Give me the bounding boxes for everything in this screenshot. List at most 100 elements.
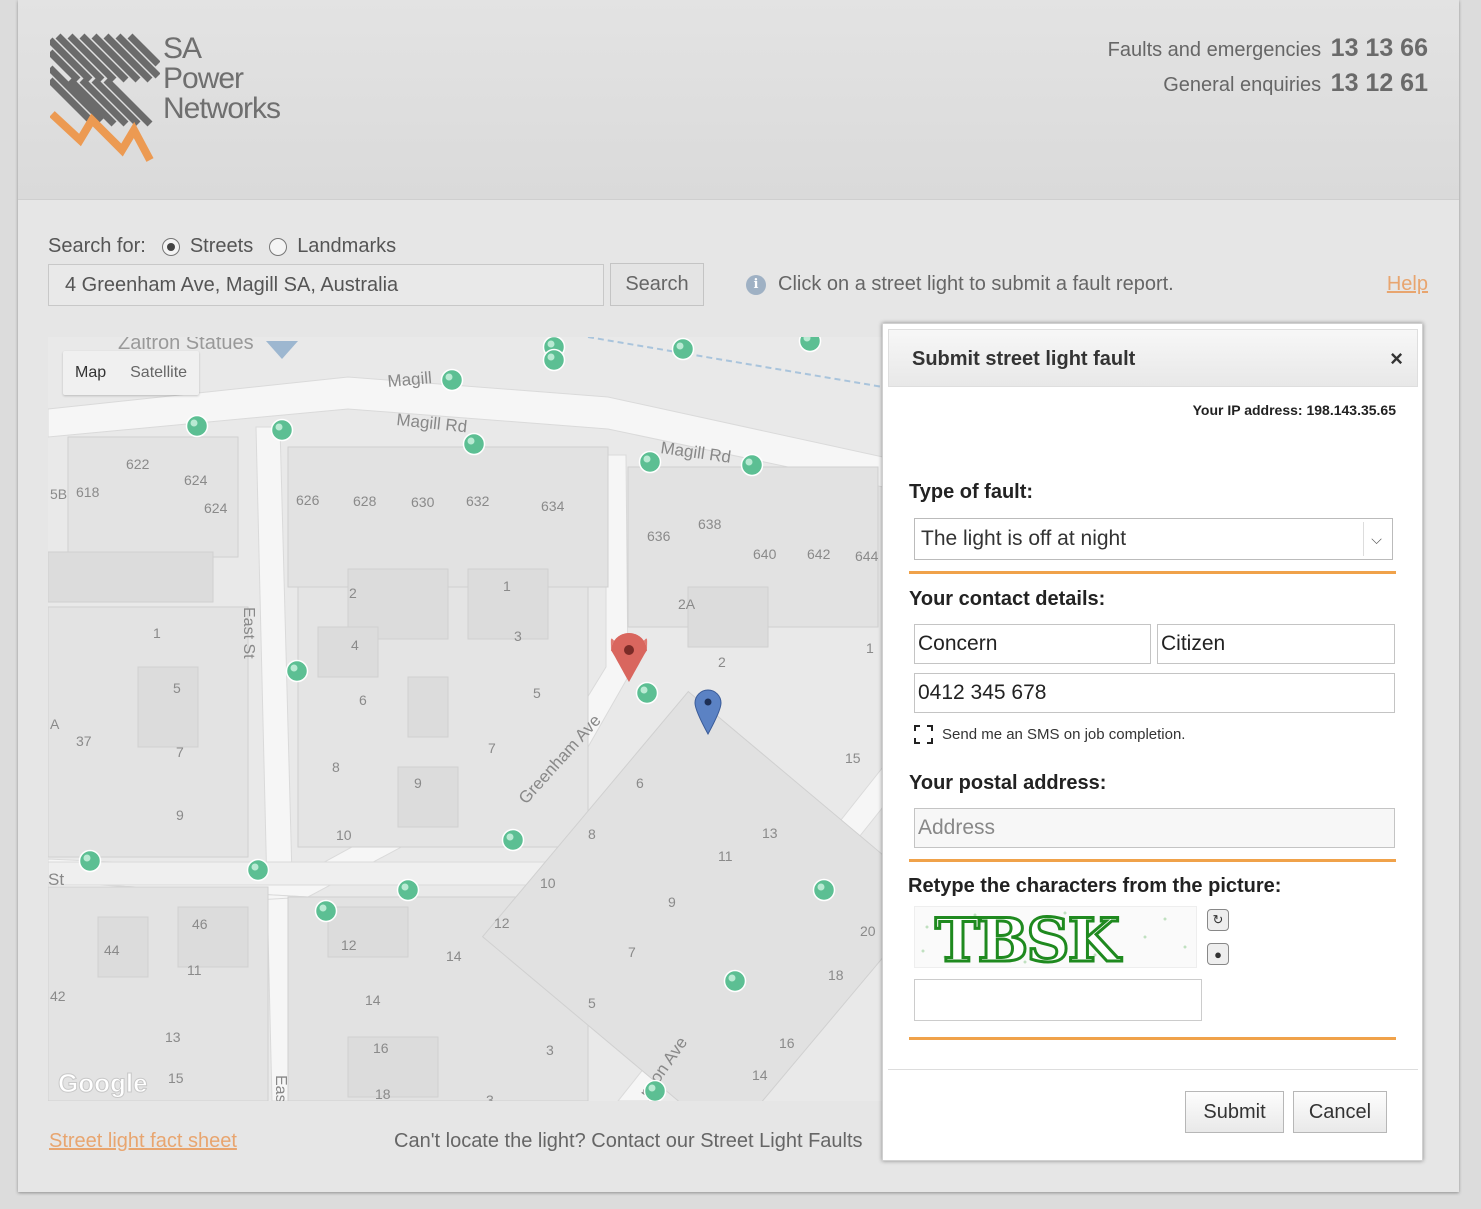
- search-for-label: Search for:: [48, 235, 146, 257]
- section-divider: [909, 571, 1396, 574]
- landmarks-radio[interactable]: [269, 237, 288, 256]
- lot-number: 15: [845, 750, 861, 766]
- street-light-marker[interactable]: [185, 414, 209, 438]
- close-icon[interactable]: ×: [1390, 346, 1403, 372]
- street-light-marker-highlight: [467, 437, 475, 445]
- first-name-field[interactable]: Concern: [914, 624, 1151, 664]
- street-light-marker[interactable]: [462, 432, 486, 456]
- street-light-marker-highlight: [506, 833, 514, 841]
- map-type-satellite[interactable]: Satellite: [118, 351, 199, 395]
- lot-number: 628: [353, 493, 377, 509]
- lot-number: 44: [104, 942, 120, 958]
- lot-number: 8: [332, 759, 340, 775]
- lot-number: 11: [718, 848, 733, 864]
- logo-text-networks: Networks: [163, 92, 281, 125]
- streets-radio[interactable]: [161, 237, 180, 256]
- dialog-title-bar: Submit street light fault ×: [888, 329, 1418, 387]
- street-label-east-2: Eas: [272, 1075, 289, 1101]
- lot-number: 20: [860, 923, 876, 939]
- street-light-marker[interactable]: [246, 858, 270, 882]
- chevron-down-icon[interactable]: ⌵: [1363, 522, 1389, 556]
- faults-number[interactable]: 13 13 66: [1331, 34, 1428, 62]
- sms-checkbox[interactable]: [914, 725, 933, 744]
- lot-number: 644: [855, 548, 879, 564]
- street-light-marker[interactable]: [740, 453, 764, 477]
- lot-number: 5: [533, 685, 541, 701]
- lot-number: A: [50, 716, 60, 732]
- lot-number: 622: [126, 456, 150, 472]
- street-light-marker[interactable]: [396, 878, 420, 902]
- lot-number: 13: [165, 1029, 181, 1045]
- captcha-text: TBSK: [935, 907, 1122, 968]
- help-link[interactable]: Help: [1387, 273, 1428, 296]
- lot-number: 37: [76, 733, 92, 749]
- street-light-marker[interactable]: [671, 337, 695, 361]
- captcha-input[interactable]: [914, 979, 1202, 1021]
- street-light-marker[interactable]: [812, 878, 836, 902]
- street-light-marker[interactable]: [723, 969, 747, 993]
- street-light-marker[interactable]: [314, 899, 338, 923]
- address-field[interactable]: Address: [914, 808, 1395, 848]
- street-light-marker-highlight: [190, 419, 198, 427]
- submit-button[interactable]: Submit: [1185, 1091, 1284, 1133]
- lot-number: 46: [192, 916, 208, 932]
- lot-number: 18: [375, 1086, 391, 1101]
- sa-power-networks-logo[interactable]: SA Power Networks: [47, 32, 300, 167]
- sms-checkbox-label[interactable]: Send me an SMS on job completion.: [942, 726, 1185, 743]
- search-input[interactable]: 4 Greenham Ave, Magill SA, Australia: [48, 264, 604, 306]
- lot-number: 13: [762, 825, 778, 841]
- logo-stripes-icon: [47, 33, 161, 162]
- lot-number: 642: [807, 546, 831, 562]
- audio-captcha-icon[interactable]: ●: [1207, 943, 1229, 965]
- streets-radio-label[interactable]: Streets: [190, 235, 253, 258]
- street-light-marker[interactable]: [440, 368, 464, 392]
- lot-number: 7: [488, 740, 496, 756]
- street-light-marker[interactable]: [542, 348, 566, 372]
- street-label-st: St: [48, 870, 64, 889]
- street-light-marker-highlight: [445, 373, 453, 381]
- lot-number: 618: [76, 484, 100, 500]
- last-name-field[interactable]: Citizen: [1157, 624, 1395, 664]
- lot-number: 1: [503, 578, 511, 594]
- lot-number: 630: [411, 494, 435, 510]
- sms-option-row[interactable]: Send me an SMS on job completion.: [914, 725, 1185, 744]
- map-type-map[interactable]: Map: [63, 351, 118, 395]
- site-header: SA Power Networks Faults and emergencies…: [18, 0, 1459, 200]
- street-light-marker-highlight: [817, 883, 825, 891]
- phone-field[interactable]: 0412 345 678: [914, 673, 1395, 713]
- lot-number: 6: [359, 692, 367, 708]
- postal-address-label: Your postal address:: [909, 772, 1107, 794]
- fault-type-label: Type of fault:: [909, 481, 1034, 503]
- street-light-marker-highlight: [251, 863, 259, 871]
- contact-details-label: Your contact details:: [909, 588, 1106, 610]
- lot-number: 14: [752, 1067, 768, 1083]
- street-light-marker[interactable]: [270, 418, 294, 442]
- street-light-marker[interactable]: [643, 1079, 667, 1102]
- street-light-marker[interactable]: [78, 849, 102, 873]
- search-button[interactable]: Search: [610, 263, 704, 306]
- lot-number: 1: [866, 640, 874, 656]
- captcha-label: Retype the characters from the picture:: [908, 875, 1282, 897]
- lot-number: 15: [168, 1070, 184, 1086]
- map-canvas[interactable]: Zaitron Statues Magill Magill Rd Magill …: [48, 337, 883, 1101]
- street-light-map[interactable]: Zaitron Statues Magill Magill Rd Magill …: [48, 337, 883, 1101]
- enquiries-number[interactable]: 13 12 61: [1331, 69, 1428, 97]
- street-light-fact-sheet-link[interactable]: Street light fact sheet: [49, 1130, 237, 1153]
- lot-number: 5: [173, 680, 181, 696]
- landmarks-radio-label[interactable]: Landmarks: [297, 235, 396, 258]
- street-light-marker[interactable]: [635, 681, 659, 705]
- street-light-marker[interactable]: [501, 828, 525, 852]
- street-light-marker[interactable]: [638, 450, 662, 474]
- info-message: i Click on a street light to submit a fa…: [746, 273, 1174, 296]
- lot-number: 8: [588, 826, 596, 842]
- dialog-title: Submit street light fault: [912, 348, 1136, 370]
- lot-number: 10: [540, 875, 556, 891]
- refresh-captcha-icon[interactable]: ↻: [1207, 909, 1229, 931]
- cancel-button[interactable]: Cancel: [1293, 1091, 1387, 1133]
- street-light-marker[interactable]: [285, 659, 309, 683]
- fault-type-select[interactable]: The light is off at night ⌵: [914, 518, 1393, 560]
- cant-locate-text: Can't locate the light? Contact our Stre…: [394, 1130, 863, 1152]
- lot-number: 5B: [50, 486, 67, 502]
- street-light-marker-highlight: [401, 883, 409, 891]
- street-light-marker-highlight: [547, 353, 555, 361]
